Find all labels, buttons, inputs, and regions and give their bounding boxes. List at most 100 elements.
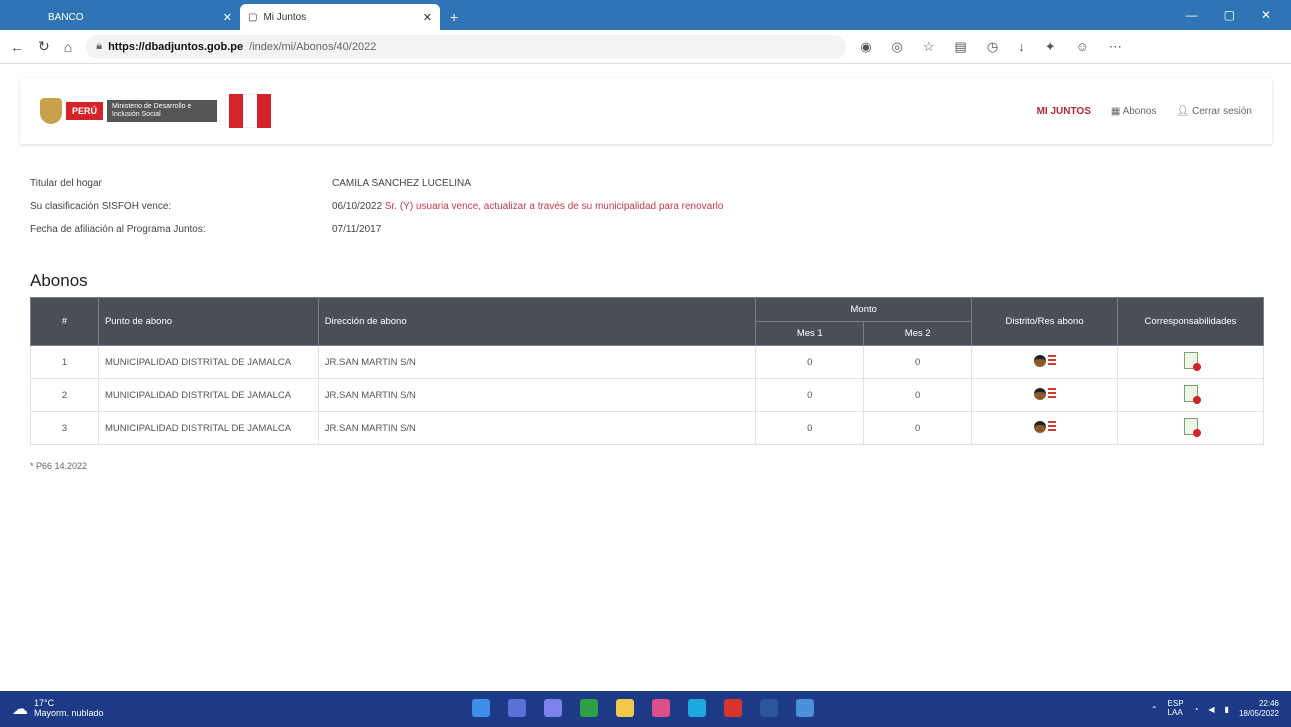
- household-info: Titular del hogar CAMILA SANCHEZ LUCELIN…: [30, 178, 723, 247]
- cell-direccion: JR.SAN MARTIN S/N: [317, 411, 757, 445]
- cell-corresponsabilidades: [1117, 378, 1264, 412]
- cell-mes2: 0: [863, 345, 973, 379]
- info-row-clasificacion: Su clasificación SISFOH vence: 06/10/202…: [30, 201, 723, 224]
- header-mes1: Mes 1: [755, 321, 865, 346]
- cell-mes1: 0: [755, 345, 865, 379]
- cloud-icon: ☁: [12, 701, 28, 718]
- brand-ministry: Ministerio de Desarrollo e Inclusión Soc…: [107, 100, 218, 122]
- browser-toolbar: ← ↻ ⌂ 🔒︎ https://dbadjuntos.gob.pe /inde…: [0, 30, 1291, 64]
- cell-direccion: JR.SAN MARTIN S/N: [317, 345, 757, 379]
- header-monto: Monto: [755, 297, 973, 322]
- cell-corresponsabilidades: [1117, 411, 1264, 445]
- afiliacion-label: Fecha de afiliación al Programa Juntos:: [30, 224, 206, 235]
- back-icon[interactable]: ←: [10, 39, 24, 55]
- minimize-icon[interactable]: —: [1186, 8, 1198, 22]
- info-row-titular: Titular del hogar CAMILA SANCHEZ LUCELIN…: [30, 178, 723, 201]
- person-list-icon[interactable]: [1033, 354, 1056, 367]
- nav-mi-juntos[interactable]: MI JUNTOS: [1037, 106, 1091, 117]
- history-icon[interactable]: ◷: [987, 39, 998, 55]
- cell-mes2: 0: [863, 411, 973, 445]
- wifi-icon[interactable]: ◔: [1194, 705, 1199, 714]
- battery-icon[interactable]: ▮: [1225, 705, 1229, 714]
- menu-icon[interactable]: ⋯: [1109, 39, 1122, 55]
- edge-icon[interactable]: [688, 699, 706, 717]
- store-icon[interactable]: [652, 699, 670, 717]
- widgets-icon[interactable]: [580, 699, 598, 717]
- footnote: * P66 14.2022: [30, 461, 88, 471]
- ministry-logo[interactable]: PERÚ Ministerio de Desarrollo e Inclusió…: [40, 94, 272, 128]
- weather-desc: Mayorm. nublado: [34, 708, 104, 718]
- browser-titlebar: BANCO ✕ ▢ Mi Juntos ✕ + — ▢ ✕: [0, 0, 1291, 30]
- nav-abonos[interactable]: ▦ Abonos: [1111, 106, 1157, 117]
- weather-widget[interactable]: ☁ 17°C Mayorm. nublado: [12, 698, 104, 719]
- clock[interactable]: 22:46 18/05/2022: [1239, 699, 1279, 718]
- extension-icon[interactable]: ◉: [860, 39, 871, 55]
- person-list-icon[interactable]: [1033, 387, 1056, 400]
- header-mes2: Mes 2: [863, 321, 973, 346]
- browser-tab-banco[interactable]: BANCO ✕: [40, 4, 240, 30]
- maximize-icon[interactable]: ▢: [1224, 8, 1235, 22]
- cell-num: 1: [30, 345, 99, 379]
- page-icon: ▢: [248, 11, 258, 23]
- page-title: Abonos: [30, 271, 88, 290]
- header-nav: MI JUNTOS ▦ Abonos 👤︎ Cerrar sesión: [1037, 106, 1252, 117]
- user-icon: 👤︎: [1176, 105, 1192, 117]
- cell-mes1: 0: [755, 378, 865, 412]
- start-icon[interactable]: [472, 699, 490, 717]
- cell-mes2: 0: [863, 378, 973, 412]
- document-pdf-icon[interactable]: [1183, 352, 1201, 371]
- afiliacion-value: 07/11/2017: [332, 224, 382, 235]
- volume-icon[interactable]: ◀: [1208, 705, 1214, 714]
- windows-taskbar: ☁ 17°C Mayorm. nublado ⌃ ESP LAA ◔ ◀ ▮ 2…: [0, 691, 1291, 727]
- profile-icon[interactable]: ☺: [1076, 39, 1089, 55]
- search-icon[interactable]: [508, 699, 526, 717]
- clasificacion-note: Sr. (Y) usuaria vence, actualizar a trav…: [384, 201, 724, 212]
- nav-cerrar-sesion[interactable]: 👤︎ Cerrar sesión: [1176, 106, 1252, 117]
- coat-of-arms-icon: [40, 98, 62, 124]
- header-corresponsabilidades: Corresponsabilidades: [1117, 297, 1264, 346]
- document-pdf-icon[interactable]: [1183, 385, 1201, 404]
- address-bar[interactable]: 🔒︎ https://dbadjuntos.gob.pe /index/mi/A…: [86, 34, 847, 59]
- collections-icon[interactable]: ▤: [955, 39, 967, 55]
- cell-num: 3: [30, 411, 99, 445]
- favorites-icon[interactable]: ☆: [923, 39, 935, 55]
- toolbar-icons: ◉ ◎ ☆ ▤ ◷ ↓ ✦ ☺ ⋯: [860, 39, 1122, 55]
- titular-value: CAMILA SANCHEZ LUCELINA: [332, 178, 471, 189]
- cell-num: 2: [30, 378, 99, 412]
- cell-distrito: [971, 345, 1118, 379]
- refresh-icon[interactable]: ↻: [38, 38, 50, 55]
- extension-icon[interactable]: ◎: [892, 39, 903, 55]
- cell-punto: MUNICIPALIDAD DISTRITAL DE JAMALCA: [97, 411, 319, 445]
- site-header: PERÚ Ministerio de Desarrollo e Inclusió…: [20, 78, 1272, 144]
- window-controls: — ▢ ✕: [1186, 8, 1291, 22]
- calendar-icon: ▦: [1110, 105, 1123, 117]
- teams-icon[interactable]: [544, 699, 562, 717]
- close-window-icon[interactable]: ✕: [1261, 8, 1271, 22]
- system-tray: ⌃ ESP LAA ◔ ◀ ▮ 22:46 18/05/2022: [1151, 699, 1279, 718]
- home-icon[interactable]: ⌂: [64, 39, 72, 55]
- header-direccion: Dirección de abono: [317, 297, 757, 346]
- clasificacion-date: 06/10/2022: [332, 201, 383, 212]
- chevron-up-icon[interactable]: ⌃: [1151, 705, 1158, 714]
- table-row: 3 MUNICIPALIDAD DISTRITAL DE JAMALCA JR.…: [30, 411, 1264, 445]
- document-pdf-icon[interactable]: [1183, 418, 1201, 437]
- person-list-icon[interactable]: [1033, 420, 1056, 433]
- close-tab-icon[interactable]: ✕: [423, 11, 432, 24]
- table-row: 2 MUNICIPALIDAD DISTRITAL DE JAMALCA JR.…: [30, 378, 1264, 412]
- chrome-icon[interactable]: [760, 699, 778, 717]
- brand-peru: PERÚ: [66, 102, 104, 120]
- cell-distrito: [971, 378, 1118, 412]
- info-row-afiliacion: Fecha de afiliación al Programa Juntos: …: [30, 224, 723, 247]
- language-indicator[interactable]: ESP LAA: [1168, 699, 1184, 718]
- puzzle-icon[interactable]: ✦: [1045, 39, 1056, 55]
- pdf-reader-icon[interactable]: [724, 699, 742, 717]
- close-tab-icon[interactable]: ✕: [223, 11, 232, 24]
- table-row: 1 MUNICIPALIDAD DISTRITAL DE JAMALCA JR.…: [30, 345, 1264, 379]
- new-tab-icon[interactable]: +: [450, 9, 458, 25]
- browser-tab-mi-juntos[interactable]: ▢ Mi Juntos ✕: [240, 4, 440, 30]
- header-punto: Punto de abono: [97, 297, 319, 346]
- file-explorer-icon[interactable]: [616, 699, 634, 717]
- download-icon[interactable]: ↓: [1018, 39, 1025, 55]
- app-icon[interactable]: [796, 699, 814, 717]
- tab-label: Mi Juntos: [263, 11, 307, 23]
